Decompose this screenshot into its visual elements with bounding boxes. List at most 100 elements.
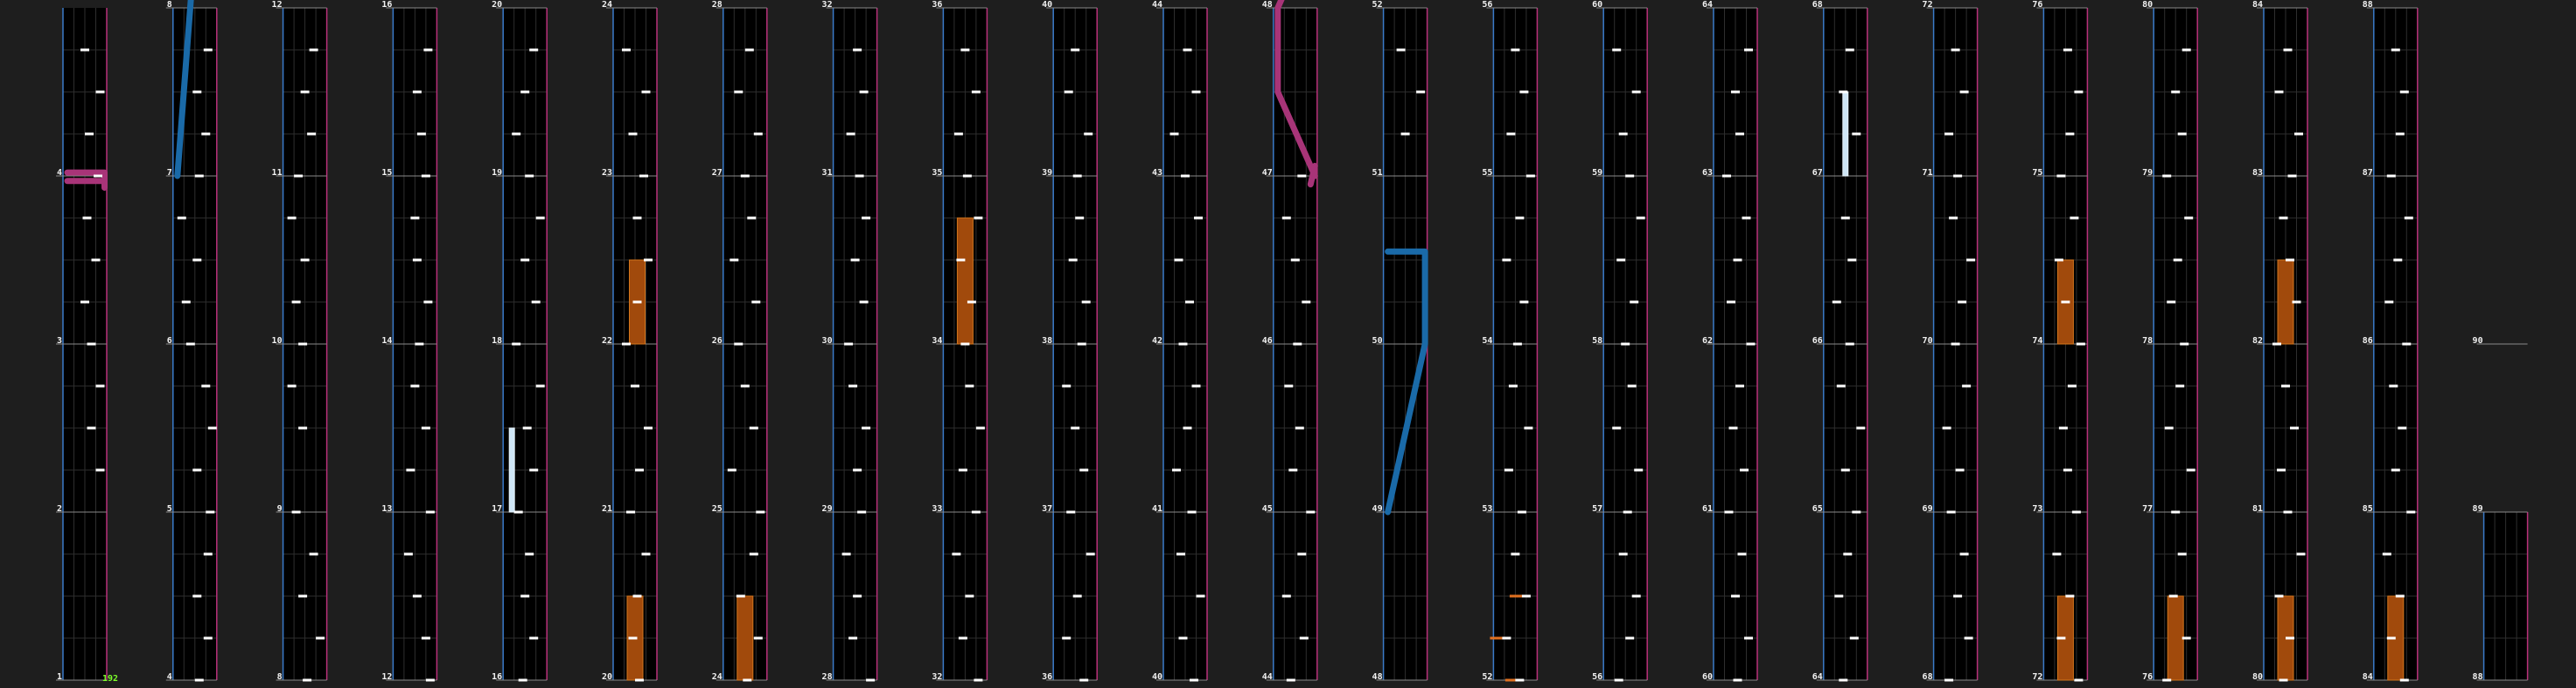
measure-number: 17 [492,504,502,514]
tap-note [850,258,860,262]
tap-note [632,594,642,598]
tap-note [1081,300,1091,304]
measure-number: 16 [381,0,392,10]
measure-number: 55 [1482,168,1492,178]
tap-note [192,90,202,94]
tap-note [2391,468,2400,472]
tap-note [632,216,642,220]
tap-note [1400,132,1410,136]
measure-number: 78 [2142,336,2153,346]
tap-note [1727,300,1735,304]
tap-note [639,174,648,178]
measure-number: 35 [932,168,942,178]
measure-number: 72 [1923,0,1933,10]
tap-note [203,636,213,640]
tap-note [1079,468,1089,472]
tap-note [203,48,213,52]
measure-number: 53 [1482,504,1492,514]
measure-number: 68 [1923,672,1933,682]
tap-note [1735,384,1744,388]
measure-number: 80 [2252,672,2263,682]
measure-number: 68 [1812,0,1823,10]
tap-note [1194,216,1203,220]
tap-note [2274,90,2284,94]
slide-path [1307,162,1318,188]
tap-note [423,48,433,52]
tap-note [95,468,105,472]
tap-note [1306,510,1316,514]
measure-number: 46 [1262,336,1273,346]
tap-note [1731,594,1740,598]
tap-note [2292,300,2301,304]
tap-note [80,48,89,52]
tap-note [747,216,757,220]
tap-note [1506,132,1516,136]
measure-number: 9 [277,504,283,514]
tap-note [2277,468,2286,472]
tap-note [1178,342,1188,346]
tap-note [2063,468,2072,472]
measure-number: 66 [1812,336,1823,346]
measure-number: 82 [2252,336,2263,346]
tap-note [1299,636,1309,640]
measure-number: 29 [822,504,833,514]
tap-note [206,510,215,514]
tap-note [1297,174,1307,178]
measure-number: 36 [932,0,942,10]
tap-note [291,510,301,514]
measure-number: 33 [932,504,942,514]
tap-note [1064,90,1073,94]
tap-note [1185,300,1194,304]
measure-number: 12 [272,0,283,10]
tap-note [1288,468,1298,472]
tap-note [535,216,545,220]
tap-note [974,678,983,682]
tap-note [1944,132,1954,136]
tap-note [853,468,862,472]
measure-number: 48 [1262,0,1273,10]
tap-note [1953,174,1963,178]
measure-number: 16 [492,672,502,682]
tap-note [412,90,422,94]
tap-note [194,174,204,178]
tap-note [82,216,92,220]
tap-note [2294,132,2303,136]
tap-note [1178,636,1188,640]
measure-number: 85 [2363,504,2373,514]
measure-number: 88 [2363,0,2373,10]
tap-note [307,132,317,136]
tap-note [848,384,858,388]
measure-number: 27 [712,168,723,178]
tap-note [1733,678,1742,682]
measure-number: 22 [602,336,612,346]
measure-number: 43 [1152,168,1162,178]
measure-number: 18 [492,336,502,346]
tap-note [291,300,301,304]
measure-number: 25 [712,504,723,514]
tap-note [87,342,96,346]
tap-note [406,468,415,472]
measure-number: 15 [381,168,392,178]
measure-number: 76 [2142,672,2153,682]
tap-note [751,300,761,304]
tap-note [1079,678,1089,682]
measure-number: 30 [822,336,833,346]
measure-number: 71 [1923,168,1933,178]
measure-number: 73 [2032,504,2042,514]
tap-note [201,384,211,388]
measure-number: 54 [1482,336,1492,346]
tap-note [2070,216,2079,220]
measure-number: 62 [1702,336,1713,346]
tap-note [87,426,96,430]
tap-note [1521,594,1531,598]
tap-note [2286,636,2294,640]
tap-note [2290,426,2299,430]
tap-note [91,258,101,262]
tap-note [958,468,967,472]
tap-note [971,90,981,94]
tap-note [744,48,754,52]
measure-number: 21 [602,504,612,514]
tap-note [1631,90,1641,94]
tap-note [1176,552,1185,556]
measure-number: 11 [272,168,283,178]
